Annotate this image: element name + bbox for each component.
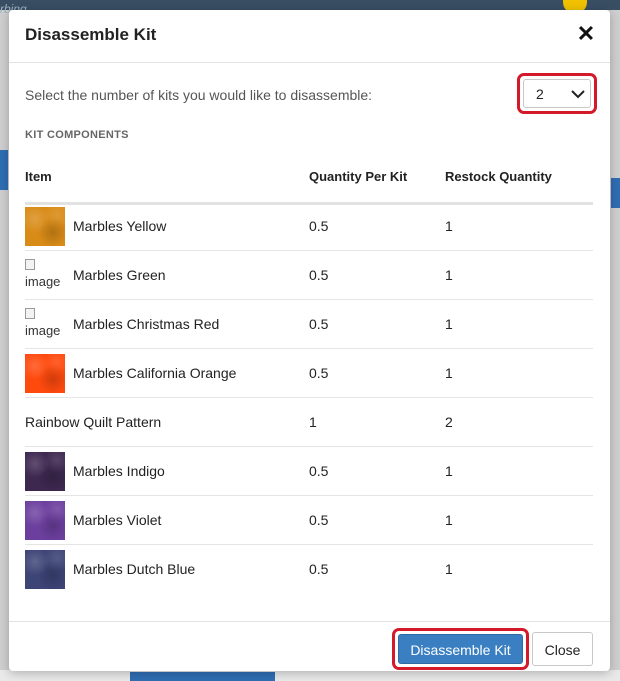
dialog-footer: Disassemble Kit Close: [9, 621, 610, 672]
restock-quantity: 1: [445, 218, 453, 234]
column-header-quantity-per-kit: Quantity Per Kit: [309, 169, 408, 184]
table-row: Marbles Indigo 0.5 1: [25, 447, 593, 496]
dialog-header: Disassemble Kit ✕: [9, 10, 610, 63]
table-row: Rainbow Quilt Pattern 1 2: [25, 398, 593, 447]
kit-count-select[interactable]: 2: [523, 79, 591, 108]
restock-quantity: 2: [445, 414, 453, 430]
kit-components-heading: KIT COMPONENTS: [25, 129, 129, 141]
quantity-per-kit: 0.5: [309, 316, 329, 332]
item-name: Marbles California Orange: [73, 365, 237, 381]
table-row: Marbles California Orange 0.5 1: [25, 349, 593, 398]
background-left-element: [0, 150, 8, 190]
kit-count-value: 2: [536, 86, 544, 102]
fabric-swatch-image: [25, 501, 65, 540]
quantity-per-kit: 1: [309, 414, 317, 430]
item-name: Marbles Dutch Blue: [73, 561, 196, 577]
disassemble-kit-button[interactable]: Disassemble Kit: [398, 634, 523, 664]
dialog-title: Disassemble Kit: [25, 25, 157, 44]
table-row: Marbles Yellow 0.5 1: [25, 202, 593, 251]
quantity-per-kit: 0.5: [309, 463, 329, 479]
table-row: image Marbles Green 0.5 1: [25, 251, 593, 300]
background-right-element: [611, 178, 620, 208]
background-bottom-button: [130, 672, 275, 681]
table-row: Marbles Dutch Blue 0.5 1: [25, 545, 593, 593]
quantity-per-kit: 0.5: [309, 365, 329, 381]
fabric-swatch-image: [25, 207, 65, 246]
item-name: Marbles Violet: [73, 512, 162, 528]
restock-quantity: 1: [445, 316, 453, 332]
broken-image-icon: image: [25, 305, 65, 344]
components-table-body: Marbles Yellow 0.5 1 image Marbles Green…: [25, 202, 593, 593]
disassemble-kit-dialog: Disassemble Kit ✕ Select the number of k…: [9, 10, 610, 671]
chevron-down-icon: [571, 90, 585, 99]
restock-quantity: 1: [445, 561, 453, 577]
item-name: Marbles Yellow: [73, 218, 167, 234]
table-row: Marbles Violet 0.5 1: [25, 496, 593, 545]
item-name: Marbles Christmas Red: [73, 316, 220, 332]
item-name: Marbles Green: [73, 267, 166, 283]
kit-count-prompt: Select the number of kits you would like…: [25, 87, 373, 103]
quantity-per-kit: 0.5: [309, 267, 329, 283]
fabric-swatch-image: [25, 550, 65, 589]
quantity-per-kit: 0.5: [309, 218, 329, 234]
quantity-per-kit: 0.5: [309, 512, 329, 528]
quantity-per-kit: 0.5: [309, 561, 329, 577]
close-button[interactable]: Close: [532, 632, 593, 666]
background-header: [0, 0, 620, 10]
restock-quantity: 1: [445, 463, 453, 479]
broken-image-icon: image: [25, 256, 65, 295]
column-header-restock-quantity: Restock Quantity: [445, 169, 552, 184]
item-name: Marbles Indigo: [73, 463, 165, 479]
close-icon[interactable]: ✕: [575, 23, 597, 45]
fabric-swatch-image: [25, 452, 65, 491]
column-header-item: Item: [25, 169, 52, 184]
restock-quantity: 1: [445, 512, 453, 528]
components-table-header: Item Quantity Per Kit Restock Quantity: [25, 168, 593, 205]
table-row: image Marbles Christmas Red 0.5 1: [25, 300, 593, 349]
item-name: Rainbow Quilt Pattern: [25, 414, 162, 430]
restock-quantity: 1: [445, 365, 453, 381]
restock-quantity: 1: [445, 267, 453, 283]
fabric-swatch-image: [25, 354, 65, 393]
